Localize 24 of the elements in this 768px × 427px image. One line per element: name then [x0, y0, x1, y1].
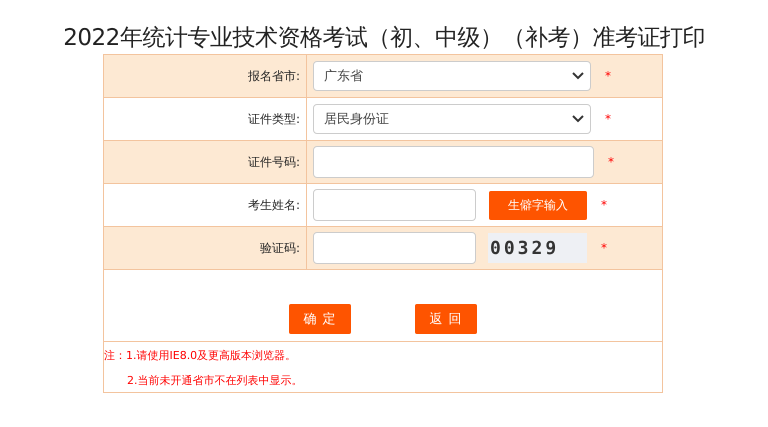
input-field[interactable]: [313, 189, 476, 221]
field-label: 验证码:: [260, 240, 300, 254]
note-text: 2.当前未开通省市不在列表中显示。: [126, 373, 304, 388]
input-field[interactable]: [313, 232, 476, 264]
required-mark: *: [608, 155, 614, 169]
field-label: 报名省市:: [248, 68, 300, 82]
chevron-icon: [572, 72, 584, 80]
dropdown[interactable]: 广东省: [313, 61, 591, 91]
input-field[interactable]: [313, 146, 594, 178]
required-mark: *: [605, 112, 611, 126]
field-label: 证件类型:: [248, 112, 300, 126]
chevron-icon: [572, 115, 584, 123]
captcha-image: 00329: [488, 233, 587, 263]
required-mark: *: [601, 241, 607, 255]
field-label: 证件号码:: [248, 154, 300, 168]
page-title: 2022年统计专业技术资格考试（初、中级）（补考）准考证打印: [62, 24, 706, 53]
confirm-button[interactable]: 确 定: [289, 304, 351, 334]
rare-character-button[interactable]: 生僻字输入: [489, 190, 587, 220]
note-text: 注：1.请使用IE8.0及更高版本浏览器。: [104, 348, 298, 363]
dropdown[interactable]: 居民身份证: [313, 104, 591, 134]
field-label: 考生姓名:: [248, 198, 300, 212]
back-button[interactable]: 返 回: [415, 304, 477, 334]
required-mark: *: [605, 69, 611, 83]
required-mark: *: [601, 198, 607, 212]
